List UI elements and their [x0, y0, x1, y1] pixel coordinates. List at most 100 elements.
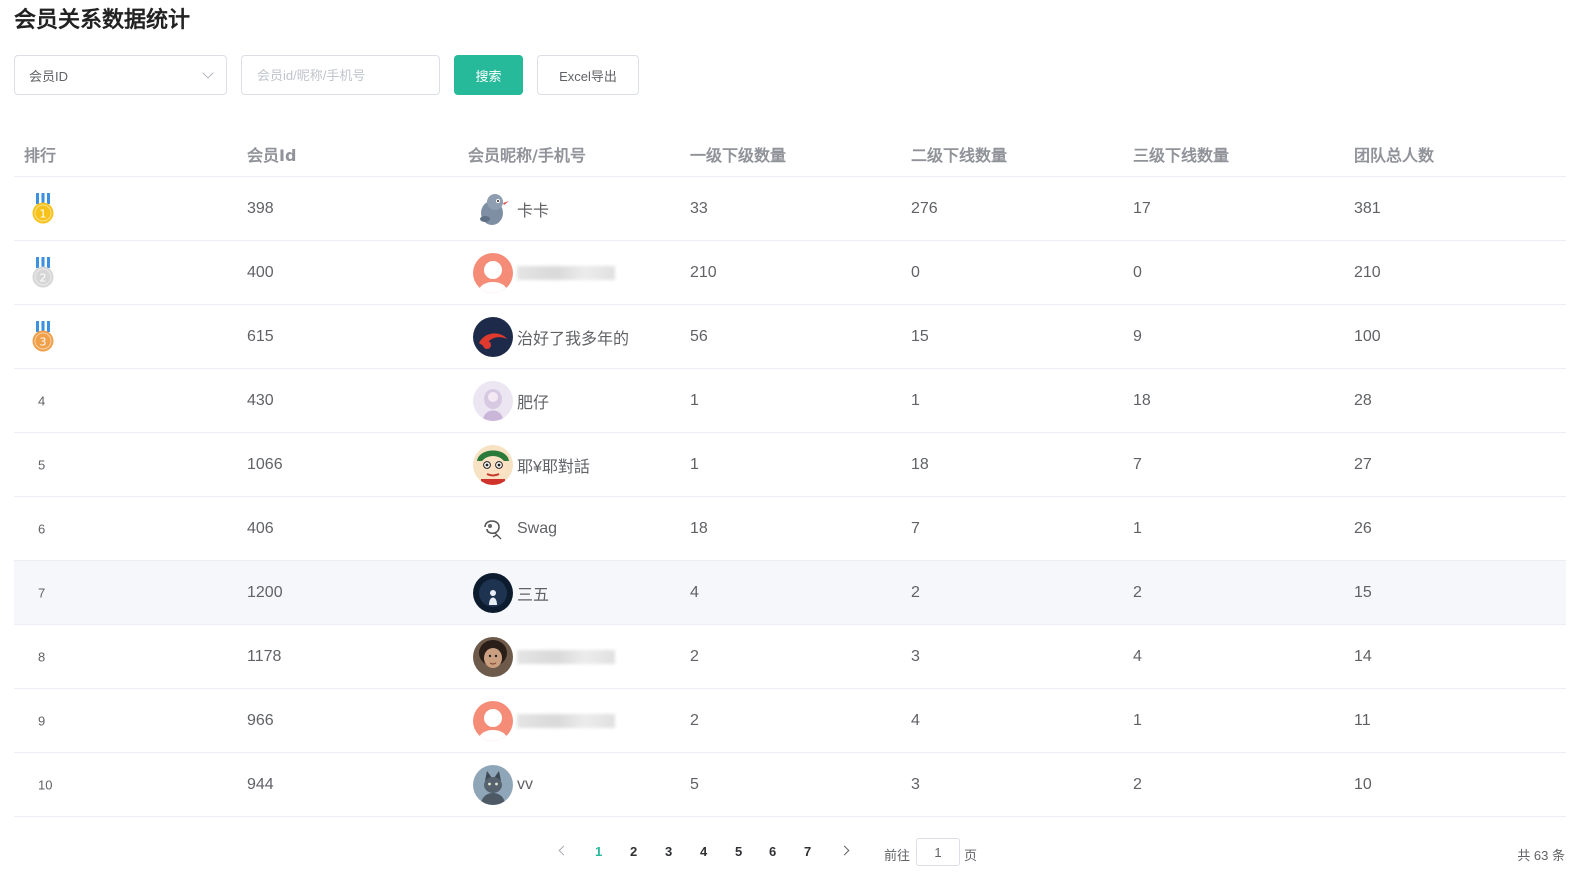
- avatar: [473, 444, 513, 485]
- level3-count-cell: 4: [1133, 647, 1142, 665]
- level3-count-cell: 18: [1133, 391, 1151, 409]
- level2-count-cell: 15: [911, 327, 929, 345]
- redacted-nickname: [517, 713, 615, 728]
- page-button[interactable]: 6: [769, 844, 776, 859]
- table-row[interactable]: 9 966 2 4 1 11: [14, 689, 1566, 753]
- avatar: [473, 508, 513, 549]
- member-stats-table: 排行 会员Id 会员昵称/手机号 一级下级数量 二级下线数量 三级下线数量 团队…: [14, 128, 1566, 817]
- level1-count-cell: 18: [690, 519, 708, 537]
- member-nickname-cell: 三五: [473, 572, 550, 613]
- level3-count-cell: 17: [1133, 199, 1151, 217]
- level3-count-cell: 7: [1133, 455, 1142, 473]
- avatar: [473, 572, 513, 613]
- table-row[interactable]: 8 1178 2 3 4 14: [14, 625, 1566, 689]
- member-nickname-cell: [473, 636, 615, 677]
- member-id-cell: 406: [247, 519, 274, 537]
- level3-count-cell: 2: [1133, 775, 1142, 793]
- table-row[interactable]: 3 615 治好了我多年的 56 15 9 100: [14, 305, 1566, 369]
- member-id-cell: 398: [247, 199, 274, 217]
- member-nickname-cell: Swag: [473, 508, 557, 549]
- table-row[interactable]: 5 1066 耶¥耶對話 1 18 7 27: [14, 433, 1566, 497]
- nickname-text: 卡卡: [517, 202, 550, 220]
- pagination: 1 2 3 4 5 6 7 前往 页 共 63 条: [0, 838, 1589, 866]
- member-id-cell: 615: [247, 327, 274, 345]
- team-total-cell: 26: [1354, 519, 1372, 537]
- level2-count-cell: 1: [911, 391, 920, 409]
- level2-count-cell: 4: [911, 711, 920, 729]
- next-page-icon[interactable]: [839, 845, 850, 856]
- team-total-cell: 28: [1354, 391, 1372, 409]
- table-row[interactable]: 7 1200 三五 4 2 2 15: [14, 561, 1566, 625]
- prev-page-icon[interactable]: [558, 845, 569, 856]
- level2-count-cell: 3: [911, 647, 920, 665]
- table-row[interactable]: 10 944 vv 5 3 2 10: [14, 753, 1566, 817]
- goto-prefix: 前往: [884, 848, 911, 863]
- excel-export-button[interactable]: Excel导出: [537, 55, 639, 95]
- level2-count-cell: 7: [911, 519, 920, 537]
- level2-count-cell: 0: [911, 263, 920, 281]
- silver-medal-icon: 2: [30, 256, 56, 289]
- redacted-nickname: [517, 649, 615, 664]
- team-total-cell: 210: [1354, 263, 1381, 281]
- member-id-cell: 1066: [247, 455, 283, 473]
- search-field-select[interactable]: 会员ID: [14, 55, 227, 95]
- table-body: 1 398 卡卡 33 276 17 381 2 400 210 0 0 210 3 615 治好了我多年的 5…: [14, 177, 1566, 817]
- goto-suffix: 页: [964, 848, 978, 863]
- column-header-team-total: 团队总人数: [1354, 146, 1435, 165]
- nickname-text: 耶¥耶對話: [517, 458, 590, 476]
- avatar: [473, 252, 513, 293]
- team-total-cell: 11: [1354, 711, 1371, 729]
- rank-cell: 4: [38, 393, 46, 408]
- page-button[interactable]: 5: [735, 844, 742, 859]
- member-nickname-cell: [473, 700, 615, 741]
- redacted-nickname: [517, 265, 615, 280]
- member-nickname-cell: 耶¥耶對話: [473, 444, 590, 485]
- table-row[interactable]: 1 398 卡卡 33 276 17 381: [14, 177, 1566, 241]
- goto-page-input[interactable]: [916, 838, 960, 866]
- level3-count-cell: 9: [1133, 327, 1142, 345]
- level1-count-cell: 1: [690, 455, 699, 473]
- nickname-text: 三五: [517, 586, 550, 604]
- table-row[interactable]: 4 430 肥仔 1 1 18 28: [14, 369, 1566, 433]
- avatar: [473, 636, 513, 677]
- member-nickname-cell: 治好了我多年的: [473, 316, 629, 357]
- team-total-cell: 15: [1354, 583, 1372, 601]
- column-header-member-id: 会员Id: [247, 146, 297, 165]
- page-button[interactable]: 4: [700, 844, 707, 859]
- team-total-cell: 100: [1354, 327, 1381, 345]
- gold-medal-icon: 1: [30, 192, 56, 225]
- page-button[interactable]: 2: [630, 844, 637, 859]
- team-total-cell: 14: [1354, 647, 1372, 665]
- level1-count-cell: 56: [690, 327, 708, 345]
- rank-cell: 10: [38, 777, 53, 792]
- rank-cell: 8: [38, 649, 46, 664]
- page-button[interactable]: 1: [595, 844, 602, 859]
- member-nickname-cell: 肥仔: [473, 380, 549, 421]
- column-header-level3: 三级下线数量: [1133, 146, 1230, 165]
- level1-count-cell: 2: [690, 711, 699, 729]
- member-nickname-cell: 卡卡: [473, 188, 550, 229]
- team-total-cell: 27: [1354, 455, 1372, 473]
- member-nickname-cell: vv: [473, 764, 533, 805]
- level2-count-cell: 18: [911, 455, 929, 473]
- level1-count-cell: 210: [690, 263, 717, 281]
- member-id-cell: 1200: [247, 583, 283, 601]
- page-button[interactable]: 3: [665, 844, 672, 859]
- search-input[interactable]: [241, 55, 440, 95]
- avatar: [473, 764, 513, 805]
- level3-count-cell: 0: [1133, 263, 1142, 281]
- table-row[interactable]: 2 400 210 0 0 210: [14, 241, 1566, 305]
- avatar: [473, 316, 513, 357]
- member-id-cell: 966: [247, 711, 274, 729]
- team-total-cell: 10: [1354, 775, 1372, 793]
- avatar: [473, 700, 513, 741]
- member-id-cell: 944: [247, 775, 274, 793]
- table-row[interactable]: 6 406 Swag 18 7 1 26: [14, 497, 1566, 561]
- page-button[interactable]: 7: [804, 844, 811, 859]
- search-button[interactable]: 搜索: [454, 55, 523, 95]
- level3-count-cell: 2: [1133, 583, 1142, 601]
- avatar: [473, 188, 513, 229]
- member-nickname-cell: [473, 252, 615, 293]
- column-header-level1: 一级下级数量: [690, 146, 787, 165]
- level3-count-cell: 1: [1133, 519, 1142, 537]
